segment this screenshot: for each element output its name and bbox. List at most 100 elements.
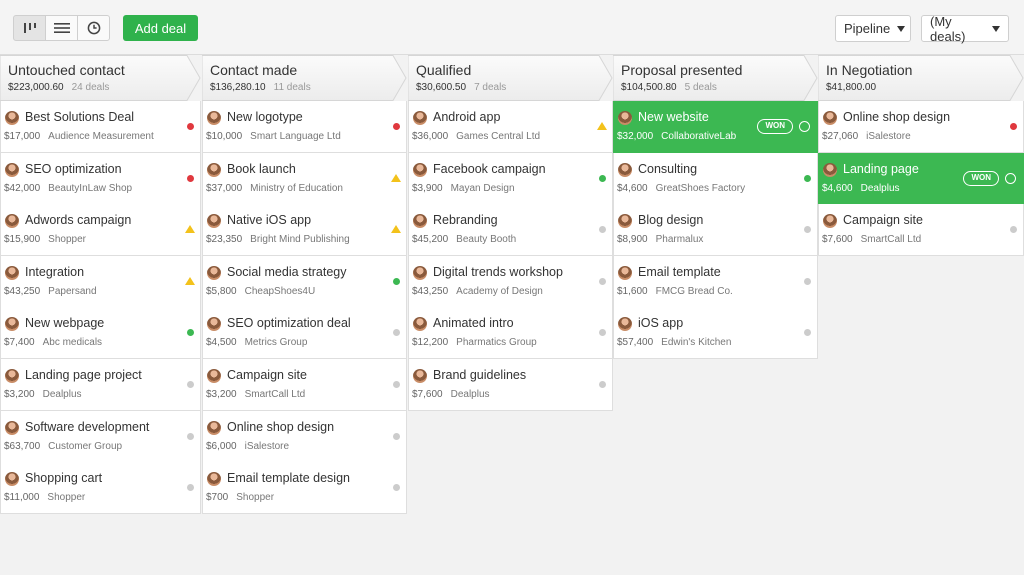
deal-value: $4,600 [617,183,648,194]
activity-status-icon[interactable] [1005,173,1016,184]
deal-card[interactable]: SEO optimization $42,000 BeautyInLaw Shop [0,153,201,205]
no-activity-status-icon[interactable] [187,433,194,440]
no-activity-status-icon[interactable] [393,381,400,388]
deal-card[interactable]: Facebook campaign $3,900 Mayan Design [408,153,613,205]
no-activity-status-icon[interactable] [804,329,811,336]
no-activity-status-icon[interactable] [187,381,194,388]
deal-organization: Ministry of Education [250,183,343,194]
deal-card[interactable]: Native iOS app $23,350 Bright Mind Publish… [202,204,407,256]
activity-status-icon[interactable] [799,121,810,132]
deal-value: $42,000 [4,183,41,194]
no-activity-status-icon[interactable] [393,329,400,336]
stage-summary: $30,600.50 7 deals [416,82,506,93]
deal-card[interactable]: Landing page project $3,200 Dealplus [0,359,201,411]
no-activity-status-icon[interactable] [599,381,606,388]
warning-triangle-icon[interactable] [391,174,401,182]
stage-header: Untouched contact $223,000.60 24 deals [0,55,201,101]
deal-card[interactable]: Adwords campaign $15,900 Shopper [0,204,201,256]
deal-card[interactable]: New logotype $10,000 Smart Language Ltd [202,101,407,153]
deal-value: $63,700 [4,441,41,452]
deal-organization: Dealplus [450,389,490,400]
timeline-view-button[interactable] [77,15,110,41]
deal-card[interactable]: Consulting $4,600 GreatShoes Factory [613,153,818,205]
no-activity-status-icon[interactable] [187,484,194,491]
pipeline-view-button[interactable] [13,15,46,41]
overdue-status-icon[interactable] [187,175,194,182]
deal-card[interactable]: Online shop design $6,000 iSalestore [202,411,407,463]
deal-card[interactable]: Campaign site $7,600 SmartCall Ltd [818,204,1024,256]
deal-card[interactable]: Rebranding $45,200 Beauty Booth [408,204,613,256]
no-activity-status-icon[interactable] [393,433,400,440]
scheduled-status-icon[interactable] [187,329,194,336]
deal-details: $5,800 CheapShoes4U [206,286,315,297]
deal-card[interactable]: Digital trends workshop $43,250 Academy of… [408,256,613,308]
no-activity-status-icon[interactable] [599,278,606,285]
deal-value: $43,250 [412,286,449,297]
stage-deal-count: 5 deals [684,82,717,93]
overdue-status-icon[interactable] [1010,123,1017,130]
stage-header: Qualified $30,600.50 7 deals [408,55,613,101]
list-view-button[interactable] [45,15,78,41]
deal-title: Rebranding [433,213,498,227]
deal-card[interactable]: New webpage $7,400 Abc medicals [0,307,201,359]
avatar [823,111,837,125]
warning-triangle-icon[interactable] [597,122,607,130]
deal-card[interactable]: Shopping cart $11,000 Shopper [0,462,201,514]
deal-card[interactable]: Brand guidelines $7,600 Dealplus [408,359,613,411]
avatar [823,163,837,177]
deal-value: $7,400 [4,337,35,348]
deal-title: Landing page project [25,368,142,382]
deal-value: $3,200 [4,389,35,400]
deal-card[interactable]: Book launch $37,000 Ministry of Education [202,153,407,205]
avatar [5,472,19,486]
no-activity-status-icon[interactable] [804,278,811,285]
warning-triangle-icon[interactable] [185,225,195,233]
deal-card[interactable]: Email template design $700 Shopper [202,462,407,514]
stage-title: Untouched contact [8,62,125,78]
warning-triangle-icon[interactable] [185,277,195,285]
deal-details: $7,600 Dealplus [412,389,490,400]
stage-summary: $41,800.00 [826,82,876,93]
deal-value: $4,600 [822,183,853,194]
deal-card[interactable]: SEO optimization deal $4,500 Metrics Group [202,307,407,359]
deals-filter-dropdown[interactable]: (My deals) [921,14,1009,44]
warning-triangle-icon[interactable] [391,225,401,233]
scheduled-status-icon[interactable] [804,175,811,182]
deal-title: Software development [25,420,150,434]
deal-card[interactable]: Email template $1,600 FMCG Bread Co. [613,256,818,308]
scheduled-status-icon[interactable] [393,278,400,285]
overdue-status-icon[interactable] [393,123,400,130]
deal-card[interactable]: New website $32,000 CollaborativeLab WON [613,101,818,153]
deal-value: $7,600 [822,234,853,245]
deal-card[interactable]: Campaign site $3,200 SmartCall Ltd [202,359,407,411]
deal-card[interactable]: Integration $43,250 Papersand [0,256,201,308]
deal-value: $8,900 [617,234,648,245]
no-activity-status-icon[interactable] [804,226,811,233]
add-deal-button[interactable]: Add deal [123,15,198,41]
overdue-status-icon[interactable] [187,123,194,130]
deal-value: $12,200 [412,337,449,348]
deal-card[interactable]: Landing page $4,600 Dealplus WON [818,153,1024,205]
deal-card[interactable]: Blog design $8,900 Pharmalux [613,204,818,256]
no-activity-status-icon[interactable] [599,329,606,336]
no-activity-status-icon[interactable] [1010,226,1017,233]
deal-card[interactable]: Software development $63,700 Customer Grou… [0,411,201,463]
deal-title: Social media strategy [227,265,347,279]
deal-card[interactable]: iOS app $57,400 Edwin's Kitchen [613,307,818,359]
deal-card[interactable]: Social media strategy $5,800 CheapShoes4U [202,256,407,308]
deal-title: Native iOS app [227,213,312,227]
pipeline-dropdown[interactable]: Pipeline [835,15,911,42]
deal-card[interactable]: Online shop design $27,060 iSalestore [818,101,1024,153]
no-activity-status-icon[interactable] [599,226,606,233]
deal-organization: Audience Measurement [48,131,154,142]
deal-organization: Mayan Design [450,183,515,194]
deal-organization: Shopper [236,492,275,503]
deal-organization: Bright Mind Publishing [250,234,350,245]
deal-value: $15,900 [4,234,41,245]
deal-title: Email template [638,265,721,279]
deal-card[interactable]: Best Solutions Deal $17,000 Audience Measu… [0,101,201,153]
deal-card[interactable]: Android app $36,000 Games Central Ltd [408,101,613,153]
deal-card[interactable]: Animated intro $12,200 Pharmatics Group [408,307,613,359]
scheduled-status-icon[interactable] [599,175,606,182]
no-activity-status-icon[interactable] [393,484,400,491]
